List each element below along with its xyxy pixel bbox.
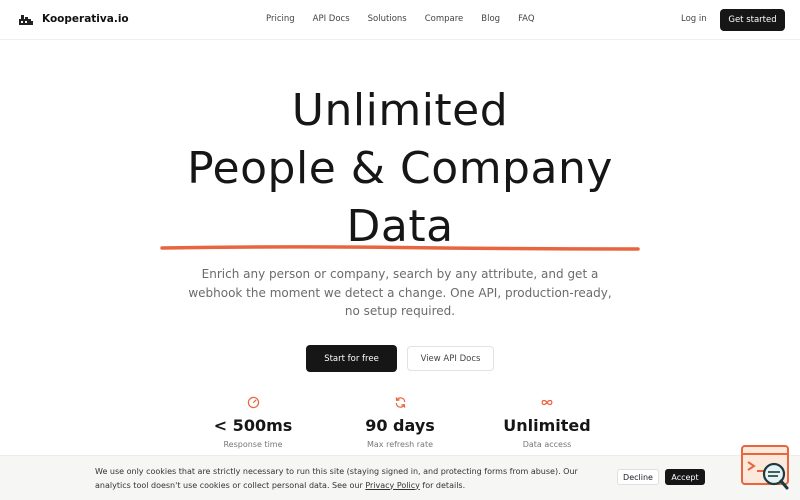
nav-pricing[interactable]: Pricing	[266, 14, 295, 24]
stat-value: 90 days	[365, 416, 435, 435]
refresh-icon	[395, 397, 405, 408]
brand[interactable]: Kooperativa.io	[18, 11, 129, 27]
stat-data-access: Unlimited Data access	[477, 396, 617, 449]
nav-blog[interactable]: Blog	[481, 14, 500, 24]
main-nav: Pricing API Docs Solutions Compare Blog …	[266, 14, 553, 24]
hero-title: Unlimited People & Company Data	[0, 82, 800, 256]
stat-label: Response time	[223, 440, 283, 449]
view-api-docs-button[interactable]: View API Docs	[407, 346, 494, 371]
hero-title-line: Unlimited	[291, 85, 509, 136]
cookie-message: We use only cookies that are strictly ne…	[95, 465, 595, 492]
hero-title-line: People & Company	[187, 143, 613, 194]
title-underline	[160, 245, 640, 251]
logo-icon	[19, 15, 33, 25]
decline-button[interactable]: Decline	[617, 469, 659, 485]
cookie-banner: We use only cookies that are strictly ne…	[0, 455, 800, 500]
chat-widget-icon[interactable]	[740, 444, 792, 492]
stat-value: Unlimited	[503, 416, 591, 435]
cookie-text: We use only cookies that are strictly ne…	[95, 467, 578, 490]
stat-label: Max refresh rate	[367, 440, 433, 449]
stat-label: Data access	[522, 440, 572, 449]
stat-refresh-rate: 90 days Max refresh rate	[330, 396, 470, 449]
login-link[interactable]: Log in	[681, 14, 707, 24]
nav-api-docs[interactable]: API Docs	[313, 14, 350, 24]
nav-compare[interactable]: Compare	[425, 14, 464, 24]
start-for-free-button[interactable]: Start for free	[306, 345, 397, 372]
infinity-icon	[541, 399, 553, 406]
gauge-icon	[247, 396, 259, 409]
hero-subtitle: Enrich any person or company, search by …	[188, 267, 612, 318]
site-header: Kooperativa.io Pricing API Docs Solution…	[0, 0, 800, 40]
nav-solutions[interactable]: Solutions	[368, 14, 407, 24]
stat-value: < 500ms	[213, 416, 293, 435]
nav-faq[interactable]: FAQ	[518, 14, 534, 24]
get-started-button[interactable]: Get started	[720, 9, 785, 31]
privacy-policy-link[interactable]: Privacy Policy	[365, 481, 420, 490]
accept-button[interactable]: Accept	[665, 469, 705, 485]
cookie-text: for details.	[419, 480, 466, 490]
stat-response-time: < 500ms Response time	[183, 396, 323, 449]
brand-name: Kooperativa.io	[42, 13, 129, 25]
